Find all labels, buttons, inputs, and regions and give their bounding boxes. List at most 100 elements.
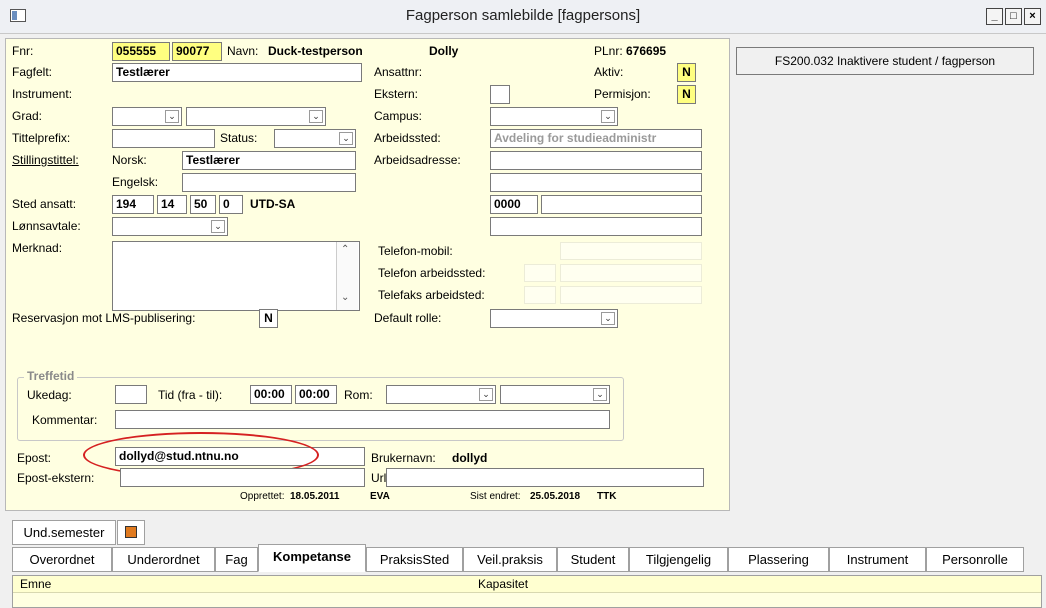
scroll-up-icon: ⌃ bbox=[341, 244, 350, 255]
permisjon-field[interactable]: N bbox=[677, 85, 696, 104]
tab-tilgjengelig[interactable]: Tilgjengelig bbox=[629, 547, 728, 572]
epost-label: Epost: bbox=[17, 451, 52, 465]
telefaks-field[interactable] bbox=[560, 286, 702, 304]
telefon-arbeidssted-prefix[interactable] bbox=[524, 264, 556, 282]
arbeidsadresse-label: Arbeidsadresse: bbox=[374, 153, 461, 167]
tab-overordnet[interactable]: Overordnet bbox=[12, 547, 112, 572]
aktiv-label: Aktiv: bbox=[594, 65, 624, 79]
stillingstittel-link[interactable]: Stillingstittel: bbox=[12, 153, 79, 167]
instrument-label: Instrument: bbox=[12, 87, 73, 101]
arbeidsadresse-field-3[interactable] bbox=[490, 217, 702, 236]
chevron-down-icon: ⌄ bbox=[479, 388, 493, 401]
ekstern-checkbox[interactable] bbox=[490, 85, 510, 104]
telefon-arbeidssted-field[interactable] bbox=[560, 264, 702, 282]
url-field[interactable] bbox=[386, 468, 704, 487]
grad-label: Grad: bbox=[12, 109, 43, 123]
chevron-down-icon: ⌄ bbox=[601, 312, 615, 325]
tab-kompetanse[interactable]: Kompetanse bbox=[258, 544, 366, 572]
tid-fra-field[interactable]: 00:00 bbox=[250, 385, 292, 404]
scroll-down-icon: ⌄ bbox=[341, 292, 350, 303]
minimize-button[interactable]: _ bbox=[986, 8, 1003, 25]
default-rolle-label: Default rolle: bbox=[374, 311, 442, 325]
fagfelt-label: Fagfelt: bbox=[12, 65, 53, 79]
close-button[interactable]: × bbox=[1024, 8, 1041, 25]
sted-field-3[interactable]: 50 bbox=[190, 195, 216, 214]
sted-name: UTD-SA bbox=[250, 197, 296, 211]
arbeidsadresse-field-1[interactable] bbox=[490, 151, 702, 170]
col-kapasitet[interactable]: Kapasitet bbox=[478, 577, 528, 591]
default-rolle-select[interactable]: ⌄ bbox=[490, 309, 618, 328]
tab-instrument[interactable]: Instrument bbox=[829, 547, 926, 572]
tab-und-semester[interactable]: Und.semester bbox=[12, 520, 116, 545]
arbeidssted-field[interactable]: Avdeling for studieadministr bbox=[490, 129, 702, 148]
fnr-label: Fnr: bbox=[12, 44, 34, 58]
aktiv-field[interactable]: N bbox=[677, 63, 696, 82]
engelsk-label: Engelsk: bbox=[112, 175, 159, 189]
navn-last: Duck-testperson bbox=[268, 44, 363, 58]
ukedag-label: Ukedag: bbox=[27, 388, 72, 402]
navn-first: Dolly bbox=[429, 44, 459, 58]
kommentar-field[interactable] bbox=[115, 410, 610, 429]
treffetid-legend: Treffetid bbox=[24, 369, 78, 383]
merknad-scrollbar[interactable]: ⌃ ⌄ bbox=[336, 242, 358, 310]
rom-select-1[interactable]: ⌄ bbox=[386, 385, 496, 404]
reservasjon-label: Reservasjon mot LMS-publisering: bbox=[12, 311, 196, 325]
maximize-button[interactable]: □ bbox=[1005, 8, 1022, 25]
inaktivere-button[interactable]: FS200.032 Inaktivere student / fagperson bbox=[736, 47, 1034, 75]
chevron-down-icon: ⌄ bbox=[211, 220, 225, 233]
epost-ekstern-field[interactable] bbox=[120, 468, 365, 487]
postnr-field[interactable]: 0000 bbox=[490, 195, 538, 214]
tid-label: Tid (fra - til): bbox=[158, 388, 223, 402]
lonnsavtale-select[interactable]: ⌄ bbox=[112, 217, 228, 236]
epost-ekstern-label: Epost-ekstern: bbox=[17, 471, 95, 485]
window-title: Fagperson samlebilde [fagpersons] bbox=[405, 7, 641, 24]
sted-field-1[interactable]: 194 bbox=[112, 195, 154, 214]
engelsk-field[interactable] bbox=[182, 173, 356, 192]
poststed-field[interactable] bbox=[541, 195, 702, 214]
tittelprefix-label: Tittelprefix: bbox=[12, 131, 71, 145]
campus-label: Campus: bbox=[374, 109, 423, 123]
permisjon-label: Permisjon: bbox=[594, 87, 651, 101]
merknad-textarea[interactable] bbox=[112, 241, 360, 311]
col-emne[interactable]: Emne bbox=[20, 577, 51, 591]
rom-select-2[interactable]: ⌄ bbox=[500, 385, 610, 404]
status-label: Status: bbox=[220, 131, 258, 145]
fnr-field-2[interactable]: 90077 bbox=[172, 42, 222, 61]
fagfelt-field[interactable]: Testlærer bbox=[112, 63, 362, 82]
telefon-mobil-label: Telefon-mobil: bbox=[378, 244, 453, 258]
tab-underordnet[interactable]: Underordnet bbox=[112, 547, 215, 572]
sted-field-2[interactable]: 14 bbox=[157, 195, 187, 214]
norsk-label: Norsk: bbox=[112, 153, 147, 167]
grad-select-2[interactable]: ⌄ bbox=[186, 107, 326, 126]
lonnsavtale-label: Lønnsavtale: bbox=[12, 219, 81, 233]
tab-fag[interactable]: Fag bbox=[215, 547, 258, 572]
brukernavn-label: Brukernavn: bbox=[371, 451, 436, 465]
arbeidsadresse-field-2[interactable] bbox=[490, 173, 702, 192]
tid-til-field[interactable]: 00:00 bbox=[295, 385, 337, 404]
plnr-label: PLnr: bbox=[594, 44, 623, 58]
tittelprefix-field[interactable] bbox=[112, 129, 215, 148]
fnr-field-1[interactable]: 055555 bbox=[112, 42, 170, 61]
norsk-field[interactable]: Testlærer bbox=[182, 151, 356, 170]
tab-personrolle[interactable]: Personrolle bbox=[926, 547, 1024, 572]
campus-select[interactable]: ⌄ bbox=[490, 107, 618, 126]
form-icon bbox=[125, 526, 137, 538]
brukernavn-value: dollyd bbox=[452, 451, 488, 465]
chevron-down-icon: ⌄ bbox=[309, 110, 323, 123]
tab-praksissted[interactable]: PraksisSted bbox=[366, 547, 463, 572]
tab-plassering[interactable]: Plassering bbox=[728, 547, 829, 572]
reservasjon-field[interactable]: N bbox=[259, 309, 278, 328]
tab-icon-button[interactable] bbox=[117, 520, 145, 545]
kommentar-label: Kommentar: bbox=[32, 413, 98, 427]
tab-veil-praksis[interactable]: Veil.praksis bbox=[463, 547, 557, 572]
opprettet-date: 18.05.2011 bbox=[290, 491, 340, 502]
ukedag-field[interactable] bbox=[115, 385, 147, 404]
telefaks-prefix[interactable] bbox=[524, 286, 556, 304]
telefon-mobil-field[interactable] bbox=[560, 242, 702, 260]
tab-student[interactable]: Student bbox=[557, 547, 629, 572]
status-select[interactable]: ⌄ bbox=[274, 129, 356, 148]
sist-endret-by: TTK bbox=[597, 491, 617, 502]
grad-select-1[interactable]: ⌄ bbox=[112, 107, 182, 126]
sist-endret-label: Sist endret: bbox=[470, 491, 521, 502]
sted-field-4[interactable]: 0 bbox=[219, 195, 243, 214]
